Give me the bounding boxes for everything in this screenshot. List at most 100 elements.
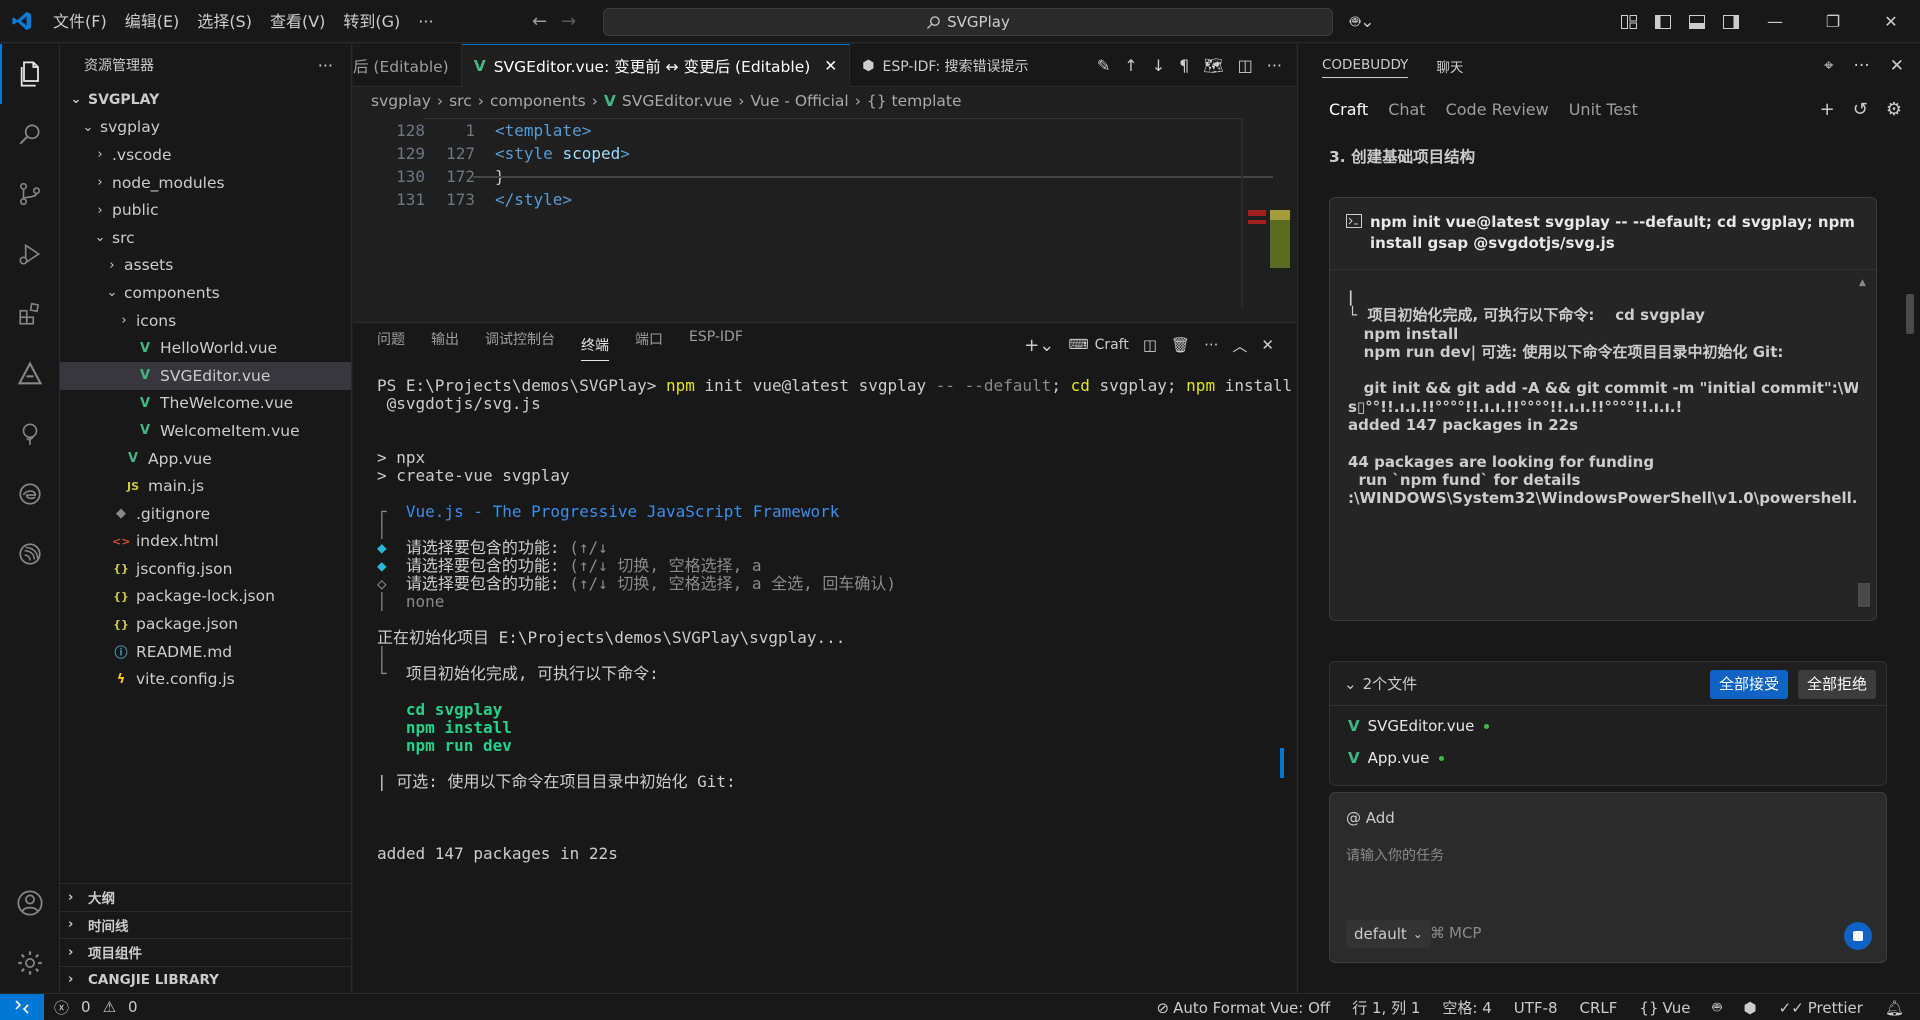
panel-tab[interactable]: 端口 <box>635 329 663 361</box>
extensions-icon[interactable] <box>0 284 60 344</box>
previous-change-icon[interactable]: ↑ <box>1124 56 1137 75</box>
tab-codebuddy[interactable]: CODEBUDDY <box>1322 57 1409 78</box>
new-terminal-icon[interactable]: +⌄ <box>1024 335 1054 356</box>
close-window-icon[interactable]: ✕ <box>1862 0 1920 43</box>
toggle-panel-icon[interactable] <box>1688 13 1706 31</box>
chat-scrollbar[interactable] <box>1906 294 1914 334</box>
split-editor-icon[interactable]: ◫ <box>1238 56 1253 75</box>
history-icon[interactable]: ↺ <box>1853 99 1868 120</box>
explorer-icon[interactable] <box>0 44 60 104</box>
auto-format-status[interactable]: ⊘ Auto Format Vue: Off <box>1157 999 1331 1017</box>
mode-tab[interactable]: Unit Test <box>1569 100 1638 119</box>
account-icon[interactable] <box>0 873 60 933</box>
breadcrumb-item[interactable]: SVGEditor.vue <box>622 92 732 110</box>
panel-more-icon[interactable]: ··· <box>1204 336 1218 354</box>
tree-item[interactable]: V WelcomeItem.vue <box>60 417 351 445</box>
tree-item[interactable]: {} jsconfig.json <box>60 555 351 583</box>
panel-tab[interactable]: 调试控制台 <box>485 329 555 361</box>
tree-item[interactable]: ⓘ README.md <box>60 638 351 666</box>
sidebar-section[interactable]: › 大纲 <box>60 883 352 911</box>
new-chat-icon[interactable]: + <box>1820 99 1835 120</box>
accept-all-button[interactable]: 全部接受 <box>1709 670 1788 699</box>
maximize-panel-icon[interactable]: ︿ <box>1232 335 1247 356</box>
next-change-icon[interactable]: ↓ <box>1152 56 1165 75</box>
tree-item[interactable]: V SVGEditor.vue <box>60 361 351 390</box>
tree-item[interactable]: › public <box>60 196 351 224</box>
edit-pencil-icon[interactable]: ✎ <box>1097 56 1110 75</box>
tree-item[interactable]: ϟ vite.config.js <box>60 665 351 693</box>
terminal-instance[interactable]: ⌨︎ Craft <box>1068 337 1129 353</box>
explorer-more-icon[interactable]: ··· <box>318 56 333 75</box>
reject-all-button[interactable]: 全部拒绝 <box>1797 670 1876 699</box>
tree-item[interactable]: JS main.js <box>60 472 351 500</box>
prettier-status[interactable]: ✓✓ Prettier <box>1779 999 1863 1017</box>
tree-item[interactable]: V App.vue <box>60 445 351 473</box>
chat-more-icon[interactable]: ··· <box>1854 56 1870 76</box>
sidebar-section[interactable]: › 时间线 <box>60 910 352 939</box>
tree-item[interactable]: ⌄ src <box>60 224 351 252</box>
language-mode[interactable]: {} Vue <box>1639 999 1690 1017</box>
menu-more-icon[interactable]: ··· <box>409 0 442 43</box>
editor-more-icon[interactable]: ··· <box>1267 56 1282 75</box>
tree-item[interactable]: <> index.html <box>60 528 351 556</box>
restore-icon[interactable]: ❐ <box>1804 0 1862 43</box>
changed-file-row[interactable]: V App.vue <box>1330 742 1886 774</box>
tree-item[interactable]: ◆ .gitignore <box>60 500 351 528</box>
menu-item-1[interactable]: 编辑(E) <box>116 0 189 43</box>
command-center-search[interactable]: SVGPlay <box>603 8 1333 36</box>
notifications-icon[interactable]: 🔔︎ <box>1885 999 1904 1017</box>
pin-icon[interactable]: ⌖ <box>1824 56 1834 76</box>
espressif-icon[interactable] <box>0 524 60 584</box>
terminal-output[interactable]: PS E:\Projects\demos\SVGPlay> npm init v… <box>353 367 1340 873</box>
send-button[interactable] <box>1844 922 1872 950</box>
breadcrumb-item[interactable]: src <box>449 92 472 110</box>
panel-tab[interactable]: ESP-IDF <box>689 329 743 361</box>
tree-item[interactable]: {} package-lock.json <box>60 583 351 611</box>
tree-item[interactable]: V TheWelcome.vue <box>60 390 351 418</box>
sidebar-section[interactable]: › 项目组件 <box>60 938 352 966</box>
mode-tab[interactable]: Code Review <box>1446 100 1549 119</box>
kill-terminal-icon[interactable]: 🗑︎ <box>1171 336 1190 354</box>
add-context-button[interactable]: @ Add <box>1346 809 1395 827</box>
model-select[interactable]: default ⌄ <box>1346 920 1431 948</box>
tab-svgeditor-diff[interactable]: V SVGEditor.vue: 变更前 ↔ 变更后 (Editable) ✕ <box>461 44 851 87</box>
toggle-secondary-sidebar-icon[interactable] <box>1722 13 1740 31</box>
espressif-status-icon[interactable]: ⬢ <box>1744 999 1757 1017</box>
menu-item-2[interactable]: 选择(S) <box>188 0 261 43</box>
close-panel-icon[interactable]: ✕ <box>1261 336 1274 354</box>
mode-tab[interactable]: Chat <box>1388 100 1425 119</box>
menu-item-4[interactable]: 转到(G) <box>334 0 409 43</box>
tree-item[interactable]: › .vscode <box>60 141 351 169</box>
menu-item-3[interactable]: 查看(V) <box>261 0 334 43</box>
problems-status[interactable]: ⓧ 0 ⚠︎ 0 <box>54 997 138 1018</box>
minimize-icon[interactable]: — <box>1746 0 1804 43</box>
tree-item[interactable]: ⌄ components <box>60 279 351 307</box>
menu-item-0[interactable]: 文件(F) <box>44 0 116 43</box>
show-whitespace-icon[interactable]: ¶ <box>1179 56 1189 75</box>
tree-icon[interactable] <box>0 404 60 464</box>
breadcrumb-item[interactable]: svgplay <box>371 92 431 110</box>
customize-layout-icon[interactable] <box>1620 13 1638 31</box>
codebuddy-icon[interactable] <box>0 344 60 404</box>
cursor-position[interactable]: 行 1, 列 1 <box>1352 997 1420 1018</box>
diff-editor[interactable]: 128 1 <template> 129 127 <style scoped> 130 172… <box>353 115 1296 313</box>
copilot-status-icon[interactable]: 🤖︎ <box>1713 997 1722 1018</box>
close-chat-icon[interactable]: ✕ <box>1890 56 1904 76</box>
panel-tab[interactable]: 输出 <box>431 329 459 361</box>
sidebar-section[interactable]: › CANGJIE LIBRARY <box>60 965 352 994</box>
tab-close-icon[interactable]: ✕ <box>824 57 837 75</box>
run-debug-icon[interactable] <box>0 224 60 284</box>
copilot-icon[interactable]: 🤖︎⌄ <box>1350 10 1374 34</box>
encoding[interactable]: UTF-8 <box>1514 999 1558 1017</box>
breadcrumb-item[interactable]: components <box>490 92 586 110</box>
workspace-root[interactable]: ⌄ SVGPLAY <box>60 86 351 114</box>
tree-item[interactable]: {} package.json <box>60 610 351 638</box>
split-terminal-icon[interactable]: ◫ <box>1143 336 1157 354</box>
output-scrollbar[interactable]: ▲ <box>1858 278 1870 613</box>
tree-item[interactable]: V HelloWorld.vue <box>60 334 351 362</box>
settings-gear-icon[interactable] <box>0 933 60 993</box>
search-icon[interactable] <box>0 104 60 164</box>
tab-chat-cn[interactable]: 聊天 <box>1436 56 1463 76</box>
files-header[interactable]: ⌄ 2个文件 全部接受 全部拒绝 <box>1330 662 1886 706</box>
source-control-icon[interactable] <box>0 164 60 224</box>
